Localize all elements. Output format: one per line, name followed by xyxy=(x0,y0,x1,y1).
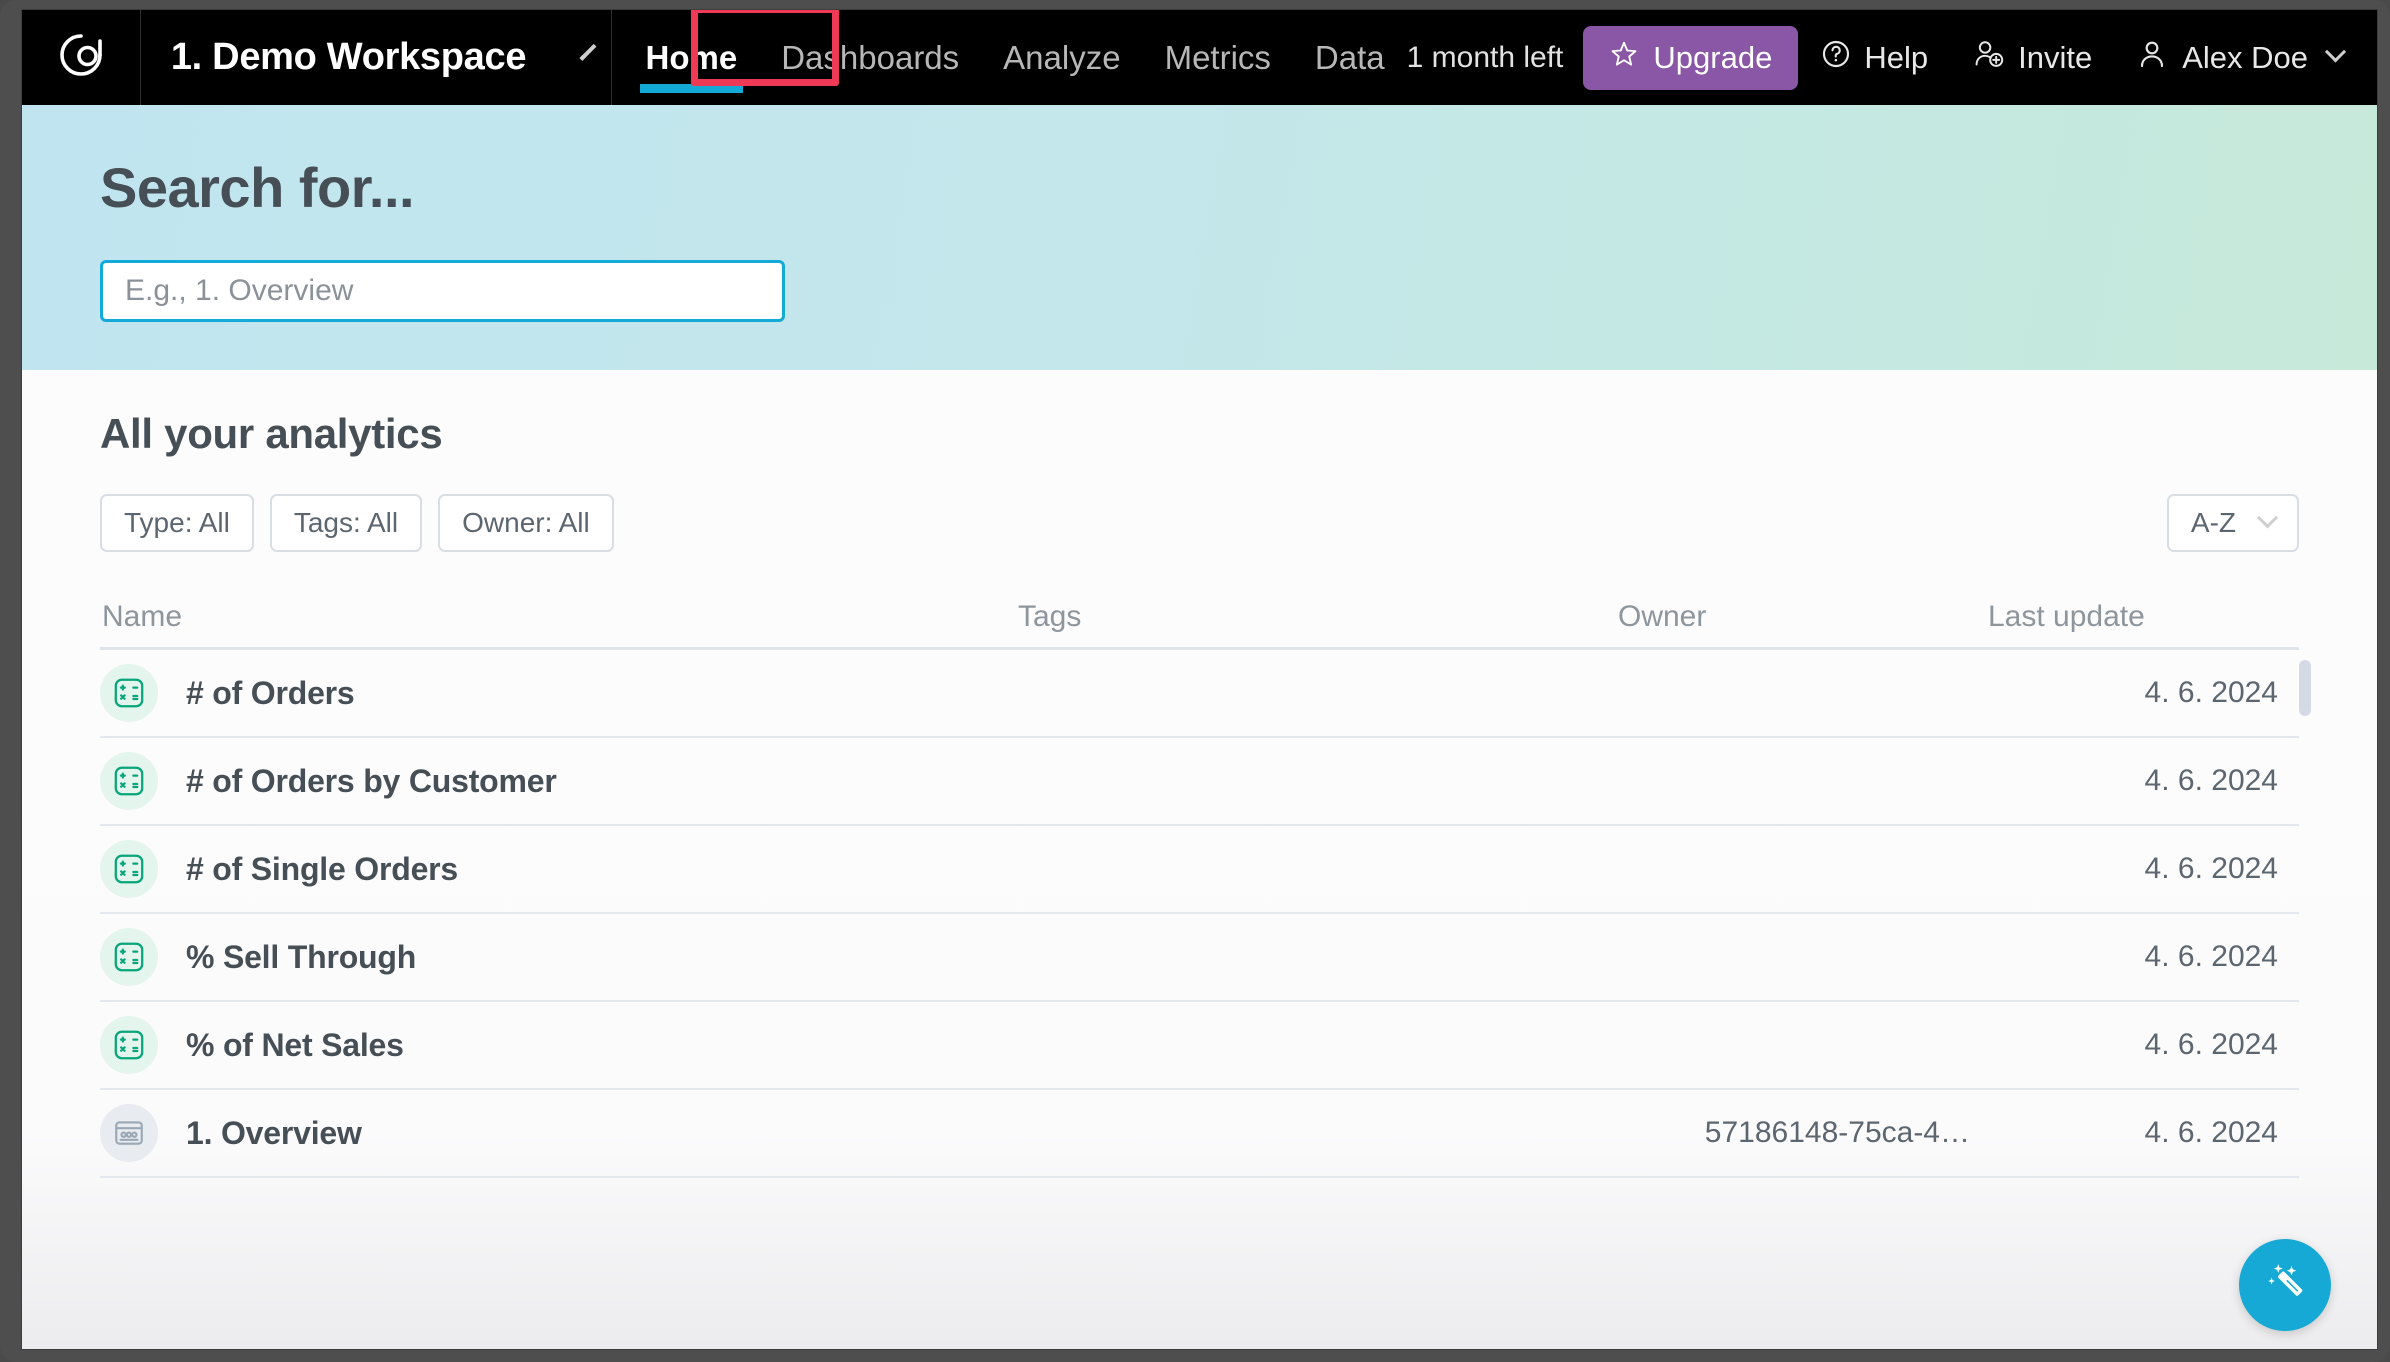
help-button[interactable]: Help xyxy=(1798,38,1950,78)
item-name: 1. Overview xyxy=(186,1115,362,1152)
upgrade-button[interactable]: Upgrade xyxy=(1583,26,1798,90)
column-header-last-update: Last update xyxy=(1988,600,2278,634)
metric-icon xyxy=(100,1016,158,1074)
tab-home[interactable]: Home xyxy=(624,10,760,105)
filter-owner[interactable]: Owner: All xyxy=(438,494,614,552)
table-row[interactable]: # of Single Orders 4. 6. 2024 xyxy=(100,826,2299,914)
dashboard-icon xyxy=(100,1104,158,1162)
chevron-down-icon xyxy=(2325,41,2346,62)
gooddata-logo-icon xyxy=(55,29,107,86)
item-last-update: 4. 6. 2024 xyxy=(1988,852,2278,886)
metric-icon xyxy=(100,664,158,722)
tab-dashboards[interactable]: Dashboards xyxy=(759,10,981,105)
trial-status-text: 1 month left xyxy=(1407,41,1564,75)
help-label: Help xyxy=(1864,40,1928,76)
analytics-list-section: All your analytics Type: All Tags: All O… xyxy=(22,370,2377,1349)
column-header-owner: Owner xyxy=(1618,600,1988,634)
item-name: # of Orders by Customer xyxy=(186,763,557,800)
filter-type[interactable]: Type: All xyxy=(100,494,254,552)
table-scrollbar-thumb[interactable] xyxy=(2299,660,2311,716)
person-icon xyxy=(2136,38,2168,78)
star-icon xyxy=(1609,39,1639,77)
person-add-icon xyxy=(1972,37,2006,79)
search-input[interactable] xyxy=(100,260,785,322)
item-last-update: 4. 6. 2024 xyxy=(1988,1116,2278,1150)
tab-metrics[interactable]: Metrics xyxy=(1143,10,1293,105)
table-row[interactable]: # of Orders by Customer 4. 6. 2024 xyxy=(100,738,2299,826)
column-header-tags: Tags xyxy=(1018,600,1618,634)
workspace-switcher[interactable]: 1. Demo Workspace xyxy=(141,10,612,105)
sort-value: A-Z xyxy=(2191,507,2236,539)
user-name: Alex Doe xyxy=(2182,40,2308,76)
page-title: Search for... xyxy=(100,155,2377,220)
ai-assistant-button[interactable] xyxy=(2239,1239,2331,1331)
metric-icon xyxy=(100,928,158,986)
table-row[interactable]: # of Orders 4. 6. 2024 xyxy=(100,650,2299,738)
nav-tabs: Home Dashboards Analyze Metrics Data xyxy=(624,10,1407,105)
filter-tags[interactable]: Tags: All xyxy=(270,494,422,552)
filter-toolbar: Type: All Tags: All Owner: All A-Z xyxy=(100,494,2299,552)
item-last-update: 4. 6. 2024 xyxy=(1988,676,2278,710)
workspace-name: 1. Demo Workspace xyxy=(171,36,526,79)
section-title: All your analytics xyxy=(100,370,2299,458)
item-name: % of Net Sales xyxy=(186,1027,404,1064)
invite-label: Invite xyxy=(2018,40,2092,76)
chevron-down-icon xyxy=(580,43,597,60)
table-row[interactable]: % Sell Through 4. 6. 2024 xyxy=(100,914,2299,1002)
item-last-update: 4. 6. 2024 xyxy=(1988,940,2278,974)
item-last-update: 4. 6. 2024 xyxy=(1988,764,2278,798)
browser-window-frame: 1. Demo Workspace Home Dashboards Analyz… xyxy=(0,0,2390,1362)
logo-cell[interactable] xyxy=(22,10,141,105)
item-name: % Sell Through xyxy=(186,939,416,976)
sort-dropdown[interactable]: A-Z xyxy=(2167,494,2299,552)
search-hero: Search for... xyxy=(22,105,2377,370)
analytics-table: Name Tags Owner Last update # of Orders xyxy=(100,586,2299,1178)
topbar-actions: 1 month left Upgrade Help xyxy=(1407,10,2377,105)
metric-icon xyxy=(100,840,158,898)
item-name: # of Single Orders xyxy=(186,851,458,888)
column-header-name: Name xyxy=(100,600,1018,634)
item-last-update: 4. 6. 2024 xyxy=(1988,1028,2278,1062)
question-circle-icon xyxy=(1820,38,1852,78)
magic-wand-icon xyxy=(2259,1257,2311,1314)
upgrade-label: Upgrade xyxy=(1653,40,1772,76)
chevron-down-icon xyxy=(2257,507,2278,528)
invite-button[interactable]: Invite xyxy=(1950,37,2114,79)
metric-icon xyxy=(100,752,158,810)
top-navigation-bar: 1. Demo Workspace Home Dashboards Analyz… xyxy=(22,10,2377,105)
item-owner: 57186148-75ca-4… xyxy=(1618,1116,1988,1150)
tab-analyze[interactable]: Analyze xyxy=(981,10,1142,105)
user-menu[interactable]: Alex Doe xyxy=(2114,38,2343,78)
table-row[interactable]: 1. Overview 57186148-75ca-4… 4. 6. 2024 xyxy=(100,1090,2299,1178)
tab-data[interactable]: Data xyxy=(1293,10,1407,105)
table-header-row: Name Tags Owner Last update xyxy=(100,586,2299,650)
item-name: # of Orders xyxy=(186,675,355,712)
app-window: 1. Demo Workspace Home Dashboards Analyz… xyxy=(22,10,2377,1349)
table-row[interactable]: % of Net Sales 4. 6. 2024 xyxy=(100,1002,2299,1090)
